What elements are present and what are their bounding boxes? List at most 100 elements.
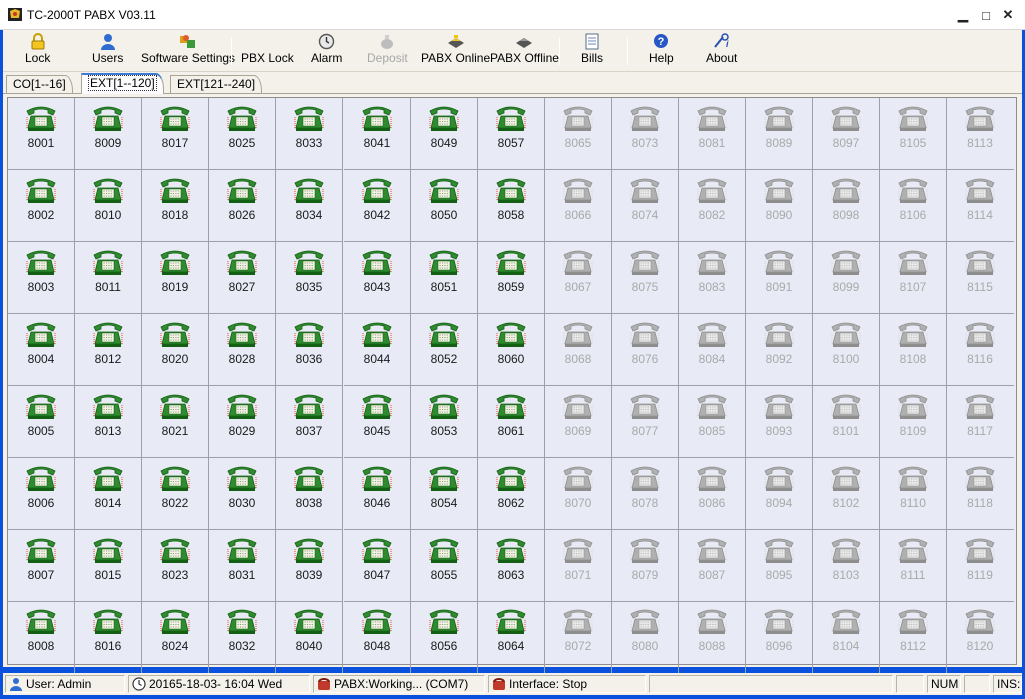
- extension-8035[interactable]: 8035: [276, 242, 343, 314]
- bills-button[interactable]: Bills: [581, 32, 603, 70]
- extension-8089[interactable]: 8089: [746, 98, 813, 170]
- extension-8072[interactable]: 8072: [545, 601, 612, 673]
- extension-8074[interactable]: 8074: [612, 170, 679, 242]
- extension-8113[interactable]: 8113: [947, 98, 1014, 170]
- extension-8063[interactable]: 8063: [478, 530, 545, 602]
- extension-8050[interactable]: 8050: [411, 170, 478, 242]
- extension-8001[interactable]: 8001: [8, 98, 75, 170]
- pabx-offline-button[interactable]: PABX Offline: [490, 32, 559, 70]
- extension-8059[interactable]: 8059: [478, 242, 545, 314]
- extension-8052[interactable]: 8052: [411, 314, 478, 386]
- extension-8011[interactable]: 8011: [75, 242, 142, 314]
- tab-ext-1-120[interactable]: EXT[1--120]: [81, 73, 164, 94]
- extension-8008[interactable]: 8008: [8, 601, 75, 673]
- extension-8036[interactable]: 8036: [276, 314, 343, 386]
- extension-8108[interactable]: 8108: [880, 314, 947, 386]
- extension-8056[interactable]: 8056: [411, 601, 478, 673]
- extension-8098[interactable]: 8098: [813, 170, 880, 242]
- tab-ext-121-240[interactable]: EXT[121--240]: [170, 75, 263, 94]
- software-settings-button[interactable]: Software Settings: [141, 32, 235, 70]
- extension-8049[interactable]: 8049: [411, 98, 478, 170]
- lock-button[interactable]: Lock: [25, 32, 50, 70]
- extension-8071[interactable]: 8071: [545, 530, 612, 602]
- extension-8093[interactable]: 8093: [746, 386, 813, 458]
- extension-8055[interactable]: 8055: [411, 530, 478, 602]
- extension-8112[interactable]: 8112: [880, 601, 947, 673]
- title-bar[interactable]: TC-2000T PABX V03.11 ▁ □ ✕: [0, 0, 1025, 30]
- extension-8009[interactable]: 8009: [75, 98, 142, 170]
- help-button[interactable]: ? Help: [649, 32, 674, 70]
- extension-8024[interactable]: 8024: [142, 601, 209, 673]
- extension-8105[interactable]: 8105: [880, 98, 947, 170]
- extension-8088[interactable]: 8088: [679, 601, 746, 673]
- extension-8061[interactable]: 8061: [478, 386, 545, 458]
- extension-8023[interactable]: 8023: [142, 530, 209, 602]
- extension-8068[interactable]: 8068: [545, 314, 612, 386]
- extension-8101[interactable]: 8101: [813, 386, 880, 458]
- extension-8022[interactable]: 8022: [142, 458, 209, 530]
- deposit-button[interactable]: Deposit: [367, 32, 408, 70]
- extension-8026[interactable]: 8026: [209, 170, 276, 242]
- extension-8031[interactable]: 8031: [209, 530, 276, 602]
- extension-8015[interactable]: 8015: [75, 530, 142, 602]
- extension-8062[interactable]: 8062: [478, 458, 545, 530]
- extension-8111[interactable]: 8111: [880, 530, 947, 602]
- extension-8006[interactable]: 8006: [8, 458, 75, 530]
- extension-8116[interactable]: 8116: [947, 314, 1014, 386]
- extension-8065[interactable]: 8065: [545, 98, 612, 170]
- extension-8043[interactable]: 8043: [344, 242, 411, 314]
- extension-8109[interactable]: 8109: [880, 386, 947, 458]
- extension-8069[interactable]: 8069: [545, 386, 612, 458]
- extension-8090[interactable]: 8090: [746, 170, 813, 242]
- extension-8077[interactable]: 8077: [612, 386, 679, 458]
- extension-8079[interactable]: 8079: [612, 530, 679, 602]
- extension-8097[interactable]: 8097: [813, 98, 880, 170]
- extension-8047[interactable]: 8047: [344, 530, 411, 602]
- extension-8094[interactable]: 8094: [746, 458, 813, 530]
- extension-8058[interactable]: 8058: [478, 170, 545, 242]
- extension-8110[interactable]: 8110: [880, 458, 947, 530]
- extension-8075[interactable]: 8075: [612, 242, 679, 314]
- extension-8066[interactable]: 8066: [545, 170, 612, 242]
- extension-8099[interactable]: 8099: [813, 242, 880, 314]
- extension-8004[interactable]: 8004: [8, 314, 75, 386]
- extension-8019[interactable]: 8019: [142, 242, 209, 314]
- extension-8076[interactable]: 8076: [612, 314, 679, 386]
- extension-8078[interactable]: 8078: [612, 458, 679, 530]
- extension-8033[interactable]: 8033: [276, 98, 343, 170]
- minimize-button[interactable]: ▁: [955, 7, 971, 23]
- extension-8119[interactable]: 8119: [947, 530, 1014, 602]
- extension-8018[interactable]: 8018: [142, 170, 209, 242]
- extension-8013[interactable]: 8013: [75, 386, 142, 458]
- extension-8048[interactable]: 8048: [344, 601, 411, 673]
- extension-8082[interactable]: 8082: [679, 170, 746, 242]
- extension-8014[interactable]: 8014: [75, 458, 142, 530]
- extension-8104[interactable]: 8104: [813, 601, 880, 673]
- extension-8032[interactable]: 8032: [209, 601, 276, 673]
- extension-8107[interactable]: 8107: [880, 242, 947, 314]
- pbx-lock-button[interactable]: PBX Lock: [241, 32, 294, 70]
- extension-8115[interactable]: 8115: [947, 242, 1014, 314]
- extension-8120[interactable]: 8120: [947, 601, 1014, 673]
- maximize-button[interactable]: □: [978, 7, 994, 23]
- extension-8100[interactable]: 8100: [813, 314, 880, 386]
- extension-8106[interactable]: 8106: [880, 170, 947, 242]
- extension-8042[interactable]: 8042: [344, 170, 411, 242]
- extension-8054[interactable]: 8054: [411, 458, 478, 530]
- alarm-button[interactable]: Alarm: [311, 32, 342, 70]
- extension-8081[interactable]: 8081: [679, 98, 746, 170]
- extension-8040[interactable]: 8040: [276, 601, 343, 673]
- extension-8091[interactable]: 8091: [746, 242, 813, 314]
- extension-8041[interactable]: 8041: [344, 98, 411, 170]
- pabx-online-button[interactable]: PABX Online: [421, 32, 490, 70]
- extension-8021[interactable]: 8021: [142, 386, 209, 458]
- extension-8010[interactable]: 8010: [75, 170, 142, 242]
- about-button[interactable]: i About: [706, 32, 737, 70]
- extension-8044[interactable]: 8044: [344, 314, 411, 386]
- extension-8034[interactable]: 8034: [276, 170, 343, 242]
- extension-8039[interactable]: 8039: [276, 530, 343, 602]
- tab-co[interactable]: CO[1--16]: [6, 75, 73, 94]
- extension-8038[interactable]: 8038: [276, 458, 343, 530]
- extension-8045[interactable]: 8045: [344, 386, 411, 458]
- extension-8092[interactable]: 8092: [746, 314, 813, 386]
